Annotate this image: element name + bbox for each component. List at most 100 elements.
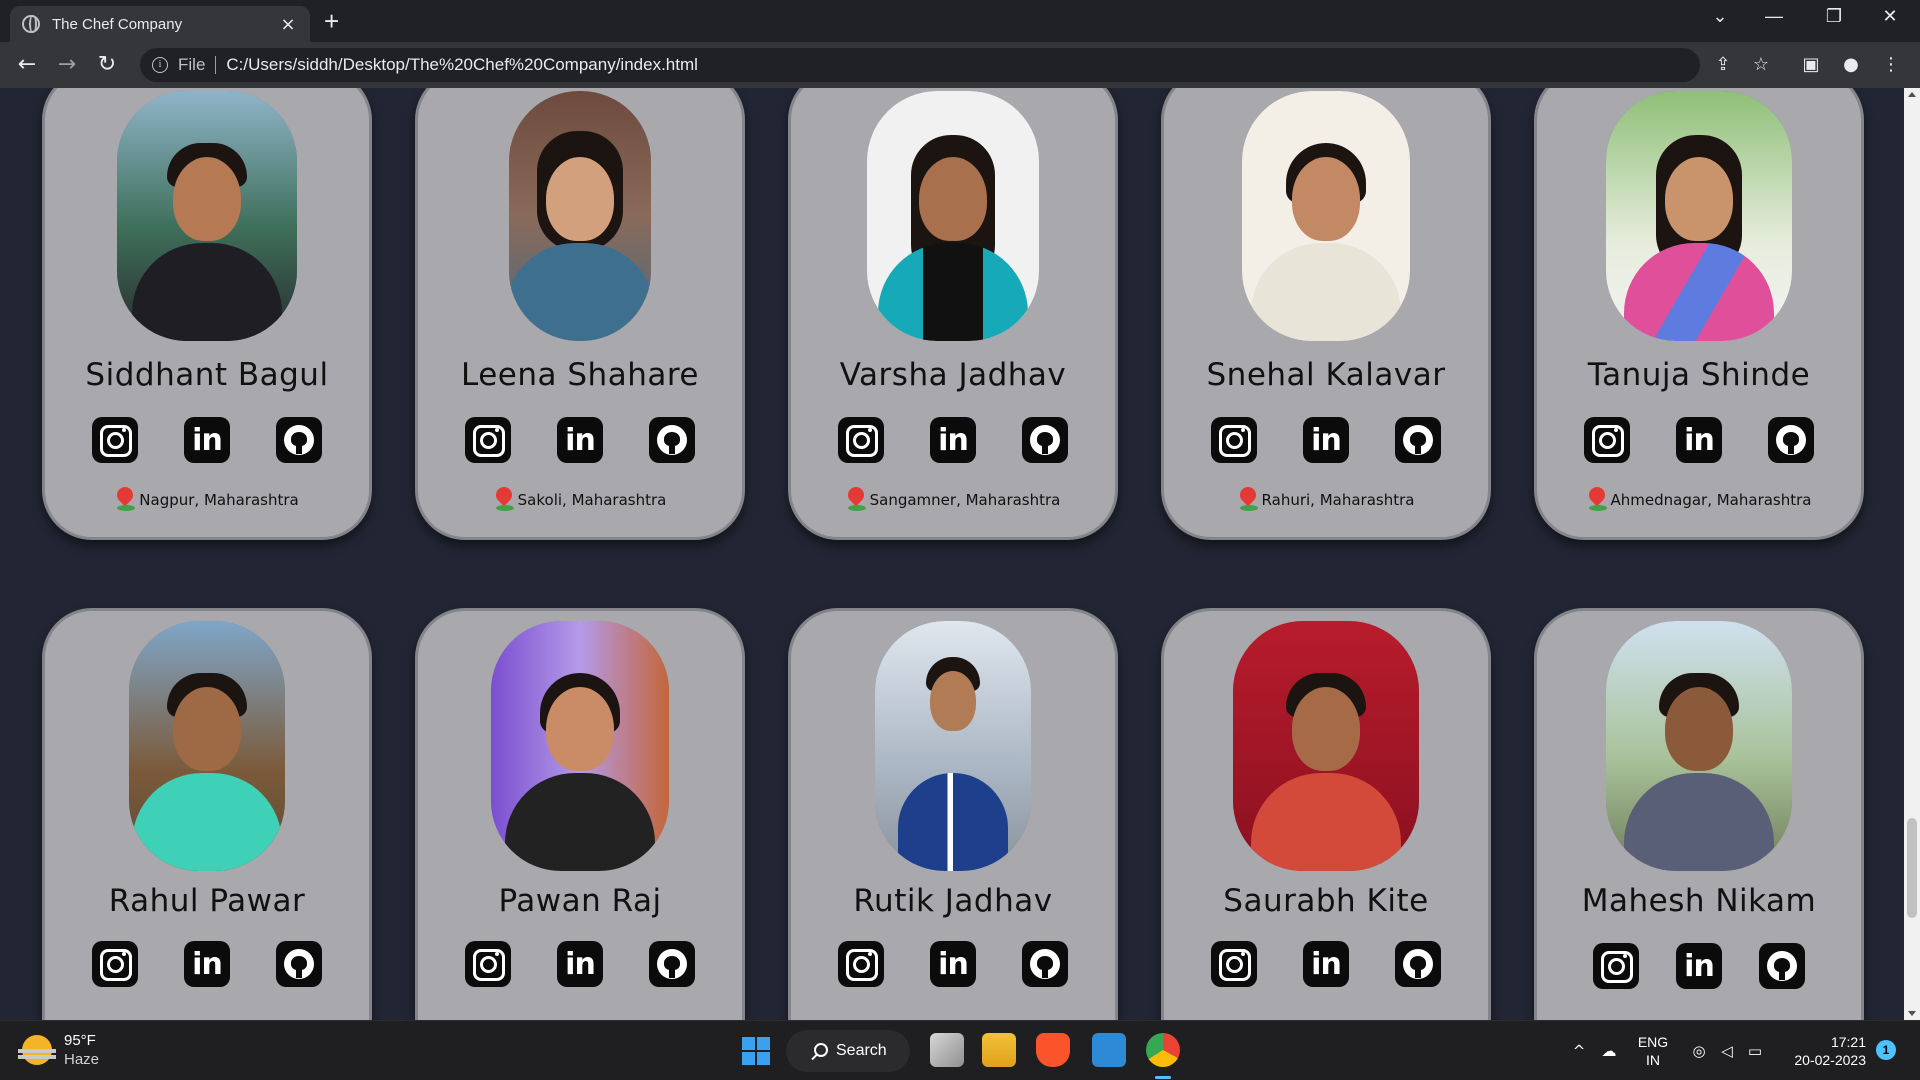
profile-icon[interactable]: ● bbox=[1838, 52, 1864, 78]
back-button[interactable]: ← bbox=[12, 50, 42, 80]
instagram-icon[interactable] bbox=[92, 417, 138, 463]
team-card: Rutik Jadhav in bbox=[788, 608, 1118, 1020]
member-name: Rutik Jadhav bbox=[853, 883, 1053, 919]
chrome-icon[interactable] bbox=[1146, 1033, 1180, 1067]
linkedin-icon[interactable]: in bbox=[930, 941, 976, 987]
menu-icon[interactable]: ⋮ bbox=[1878, 52, 1904, 78]
vertical-scrollbar[interactable] bbox=[1904, 88, 1920, 1020]
input-language[interactable]: ENG IN bbox=[1636, 1033, 1670, 1069]
windows-start-icon[interactable] bbox=[742, 1037, 770, 1065]
clock[interactable]: 17:21 20-02-2023 bbox=[1782, 1033, 1866, 1069]
globe-icon bbox=[22, 15, 40, 33]
task-view-icon[interactable] bbox=[930, 1033, 964, 1067]
language-code: ENG bbox=[1637, 1034, 1669, 1050]
scroll-down-arrow-icon[interactable] bbox=[1908, 1011, 1916, 1016]
network-globe-icon[interactable]: ◎ bbox=[1690, 1043, 1708, 1059]
onedrive-icon[interactable]: ☁ bbox=[1600, 1043, 1618, 1059]
member-name: Rahul Pawar bbox=[108, 883, 306, 919]
github-icon[interactable] bbox=[1022, 941, 1068, 987]
member-name: Siddhant Bagul bbox=[85, 357, 329, 393]
member-name: Mahesh Nikam bbox=[1581, 883, 1817, 919]
tab-title: The Chef Company bbox=[52, 15, 183, 33]
social-links: in bbox=[1584, 417, 1814, 463]
weather-widget[interactable]: 95°F Haze bbox=[18, 1031, 99, 1069]
github-icon[interactable] bbox=[1395, 941, 1441, 987]
member-name: Saurabh Kite bbox=[1223, 883, 1429, 919]
tab-search-icon[interactable]: ⌄ bbox=[1700, 6, 1740, 27]
weather-temperature: 95°F bbox=[64, 1032, 96, 1049]
github-icon[interactable] bbox=[276, 417, 322, 463]
github-icon[interactable] bbox=[649, 941, 695, 987]
new-tab-button[interactable]: + bbox=[324, 8, 339, 34]
reload-button[interactable]: ↻ bbox=[92, 50, 122, 80]
browser-toolbar: ← → ↻ i File C:/Users/siddh/Desktop/The%… bbox=[0, 42, 1920, 88]
github-icon[interactable] bbox=[649, 417, 695, 463]
instagram-icon[interactable] bbox=[838, 417, 884, 463]
social-links: in bbox=[1211, 941, 1441, 987]
linkedin-icon[interactable]: in bbox=[557, 417, 603, 463]
location-pin-icon bbox=[115, 487, 136, 513]
instagram-icon[interactable] bbox=[1593, 943, 1639, 989]
linkedin-icon[interactable]: in bbox=[184, 941, 230, 987]
notification-badge[interactable]: 1 bbox=[1876, 1040, 1896, 1060]
linkedin-icon[interactable]: in bbox=[930, 417, 976, 463]
github-icon[interactable] bbox=[1759, 943, 1805, 989]
github-icon[interactable] bbox=[1395, 417, 1441, 463]
team-card: Mahesh Nikam in bbox=[1534, 608, 1864, 1020]
member-location: Sangamner, Maharashtra bbox=[791, 487, 1115, 513]
linkedin-icon[interactable]: in bbox=[1303, 941, 1349, 987]
team-card: Saurabh Kite in bbox=[1161, 608, 1491, 1020]
instagram-icon[interactable] bbox=[1584, 417, 1630, 463]
show-hidden-icons-chevron-icon[interactable]: ^ bbox=[1570, 1043, 1588, 1059]
member-photo bbox=[867, 91, 1039, 341]
url-text[interactable]: C:/Users/siddh/Desktop/The%20Chef%20Comp… bbox=[226, 55, 1688, 75]
instagram-icon[interactable] bbox=[92, 941, 138, 987]
side-panel-icon[interactable]: ▣ bbox=[1798, 52, 1824, 78]
brave-browser-icon[interactable] bbox=[1036, 1033, 1070, 1067]
member-photo bbox=[491, 621, 669, 871]
linkedin-icon[interactable]: in bbox=[1676, 943, 1722, 989]
scroll-thumb[interactable] bbox=[1907, 818, 1917, 918]
member-name: Tanuja Shinde bbox=[1587, 357, 1811, 393]
linkedin-icon[interactable]: in bbox=[1676, 417, 1722, 463]
instagram-icon[interactable] bbox=[1211, 417, 1257, 463]
forward-button[interactable]: → bbox=[52, 50, 82, 80]
file-explorer-icon[interactable] bbox=[982, 1033, 1016, 1067]
instagram-icon[interactable] bbox=[465, 941, 511, 987]
search-icon bbox=[814, 1043, 828, 1057]
vscode-icon[interactable] bbox=[1092, 1033, 1126, 1067]
page-viewport: Siddhant Bagul in Nagpur, Maharashtra Le… bbox=[0, 88, 1920, 1020]
share-icon[interactable]: ⇪ bbox=[1710, 52, 1736, 78]
browser-tab[interactable]: The Chef Company × bbox=[10, 6, 310, 42]
instagram-icon[interactable] bbox=[465, 417, 511, 463]
member-location: Nagpur, Maharashtra bbox=[45, 487, 369, 513]
location-pin-icon bbox=[846, 487, 866, 513]
restore-button[interactable]: ❐ bbox=[1814, 6, 1854, 27]
battery-icon[interactable]: ▭ bbox=[1746, 1043, 1764, 1059]
site-info-icon[interactable]: i bbox=[152, 57, 168, 73]
linkedin-icon[interactable]: in bbox=[557, 941, 603, 987]
close-window-button[interactable]: ✕ bbox=[1870, 6, 1910, 27]
github-icon[interactable] bbox=[1768, 417, 1814, 463]
close-tab-icon[interactable]: × bbox=[278, 14, 298, 35]
location-pin-icon bbox=[1587, 487, 1607, 513]
location-text: Sangamner, Maharashtra bbox=[869, 491, 1061, 509]
member-photo bbox=[1606, 621, 1792, 871]
member-location: Rahuri, Maharashtra bbox=[1164, 487, 1488, 513]
linkedin-icon[interactable]: in bbox=[184, 417, 230, 463]
address-bar[interactable]: i File C:/Users/siddh/Desktop/The%20Chef… bbox=[140, 48, 1700, 82]
team-card: Varsha Jadhav in Sangamner, Maharashtra bbox=[788, 88, 1118, 540]
github-icon[interactable] bbox=[1022, 417, 1068, 463]
scroll-up-arrow-icon[interactable] bbox=[1908, 92, 1916, 97]
linkedin-icon[interactable]: in bbox=[1303, 417, 1349, 463]
taskbar-search-button[interactable]: Search bbox=[786, 1030, 910, 1072]
github-icon[interactable] bbox=[276, 941, 322, 987]
volume-icon[interactable]: ◁ bbox=[1718, 1043, 1736, 1059]
haze-weather-icon bbox=[18, 1035, 56, 1065]
team-card: Rahul Pawar in bbox=[42, 608, 372, 1020]
instagram-icon[interactable] bbox=[1211, 941, 1257, 987]
instagram-icon[interactable] bbox=[838, 941, 884, 987]
windows-taskbar: 95°F Haze Search ^ ☁ ENG IN ◎ ◁ ▭ 17:21 … bbox=[0, 1020, 1920, 1080]
minimize-button[interactable]: — bbox=[1754, 6, 1794, 27]
bookmark-star-icon[interactable]: ☆ bbox=[1748, 52, 1774, 78]
